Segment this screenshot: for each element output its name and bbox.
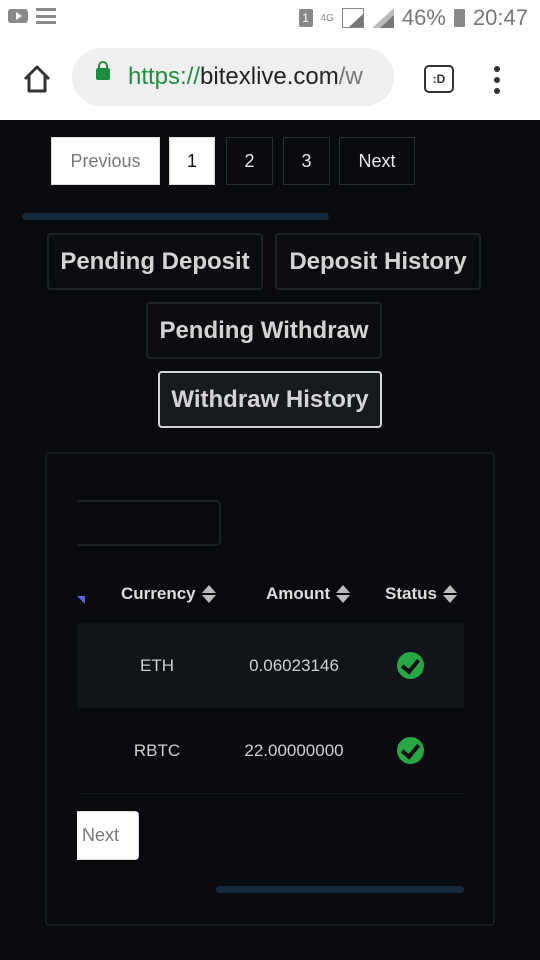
table-row: ETH 0.06023146 bbox=[77, 623, 464, 708]
tab-pending-withdraw[interactable]: Pending Withdraw bbox=[146, 302, 382, 359]
signal-strength-icon bbox=[371, 8, 394, 28]
signal-icon bbox=[341, 8, 364, 28]
battery-icon bbox=[453, 9, 465, 27]
pagination-page-2[interactable]: 2 bbox=[226, 137, 273, 185]
pagination-page-1[interactable]: 1 bbox=[169, 137, 215, 185]
currency-cell: ETH bbox=[140, 655, 174, 675]
battery-percent: 46% bbox=[401, 5, 446, 30]
table-row: RBTC 22.00000000 bbox=[77, 708, 464, 794]
status-cell bbox=[383, 708, 437, 793]
table-horizontal-scrollbar[interactable] bbox=[216, 886, 464, 893]
pagination-previous-button[interactable]: Previous bbox=[51, 137, 160, 185]
status-cell bbox=[383, 623, 437, 708]
sim-icon: 1 bbox=[298, 9, 313, 27]
tab-pending-deposit[interactable]: Pending Deposit bbox=[47, 233, 263, 290]
youtube-notification-icon bbox=[8, 9, 28, 23]
column-header-currency[interactable]: Currency bbox=[121, 584, 216, 604]
list-notification-icon bbox=[36, 8, 56, 24]
status-bar: 1 4G 46% 20:47 bbox=[0, 0, 540, 38]
url-text: https://bitexlive.com/w bbox=[128, 63, 363, 90]
sort-icon bbox=[201, 585, 216, 603]
sort-icon bbox=[336, 585, 351, 603]
lock-icon bbox=[96, 61, 110, 80]
column-header-status[interactable]: Status bbox=[385, 584, 457, 604]
pagination-next-button[interactable]: Next bbox=[339, 137, 415, 185]
clock: 20:47 bbox=[472, 5, 528, 30]
pagination-page-3[interactable]: 3 bbox=[283, 137, 330, 185]
sort-indicator-icon bbox=[77, 596, 85, 604]
search-input[interactable] bbox=[77, 500, 221, 546]
sort-icon bbox=[442, 585, 457, 603]
currency-cell: RBTC bbox=[133, 740, 181, 760]
check-icon bbox=[396, 652, 424, 679]
check-icon bbox=[396, 737, 424, 764]
url-bar[interactable]: https://bitexlive.com/w bbox=[72, 48, 394, 106]
overflow-menu-icon[interactable] bbox=[494, 66, 500, 94]
network-type-label: 4G bbox=[320, 12, 334, 24]
tab-switcher-button[interactable]: :D bbox=[424, 65, 454, 93]
home-icon[interactable] bbox=[22, 64, 52, 94]
browser-toolbar: https://bitexlive.com/w :D bbox=[0, 38, 540, 120]
column-header-amount[interactable]: Amount bbox=[266, 584, 351, 604]
amount-cell: 0.06023146 bbox=[249, 655, 339, 675]
amount-cell: 22.00000000 bbox=[244, 740, 344, 760]
tab-deposit-history[interactable]: Deposit History bbox=[275, 233, 481, 290]
horizontal-scrollbar[interactable] bbox=[22, 213, 329, 220]
tab-withdraw-history[interactable]: Withdraw History bbox=[158, 371, 382, 428]
table-next-button[interactable]: Next bbox=[77, 811, 139, 860]
